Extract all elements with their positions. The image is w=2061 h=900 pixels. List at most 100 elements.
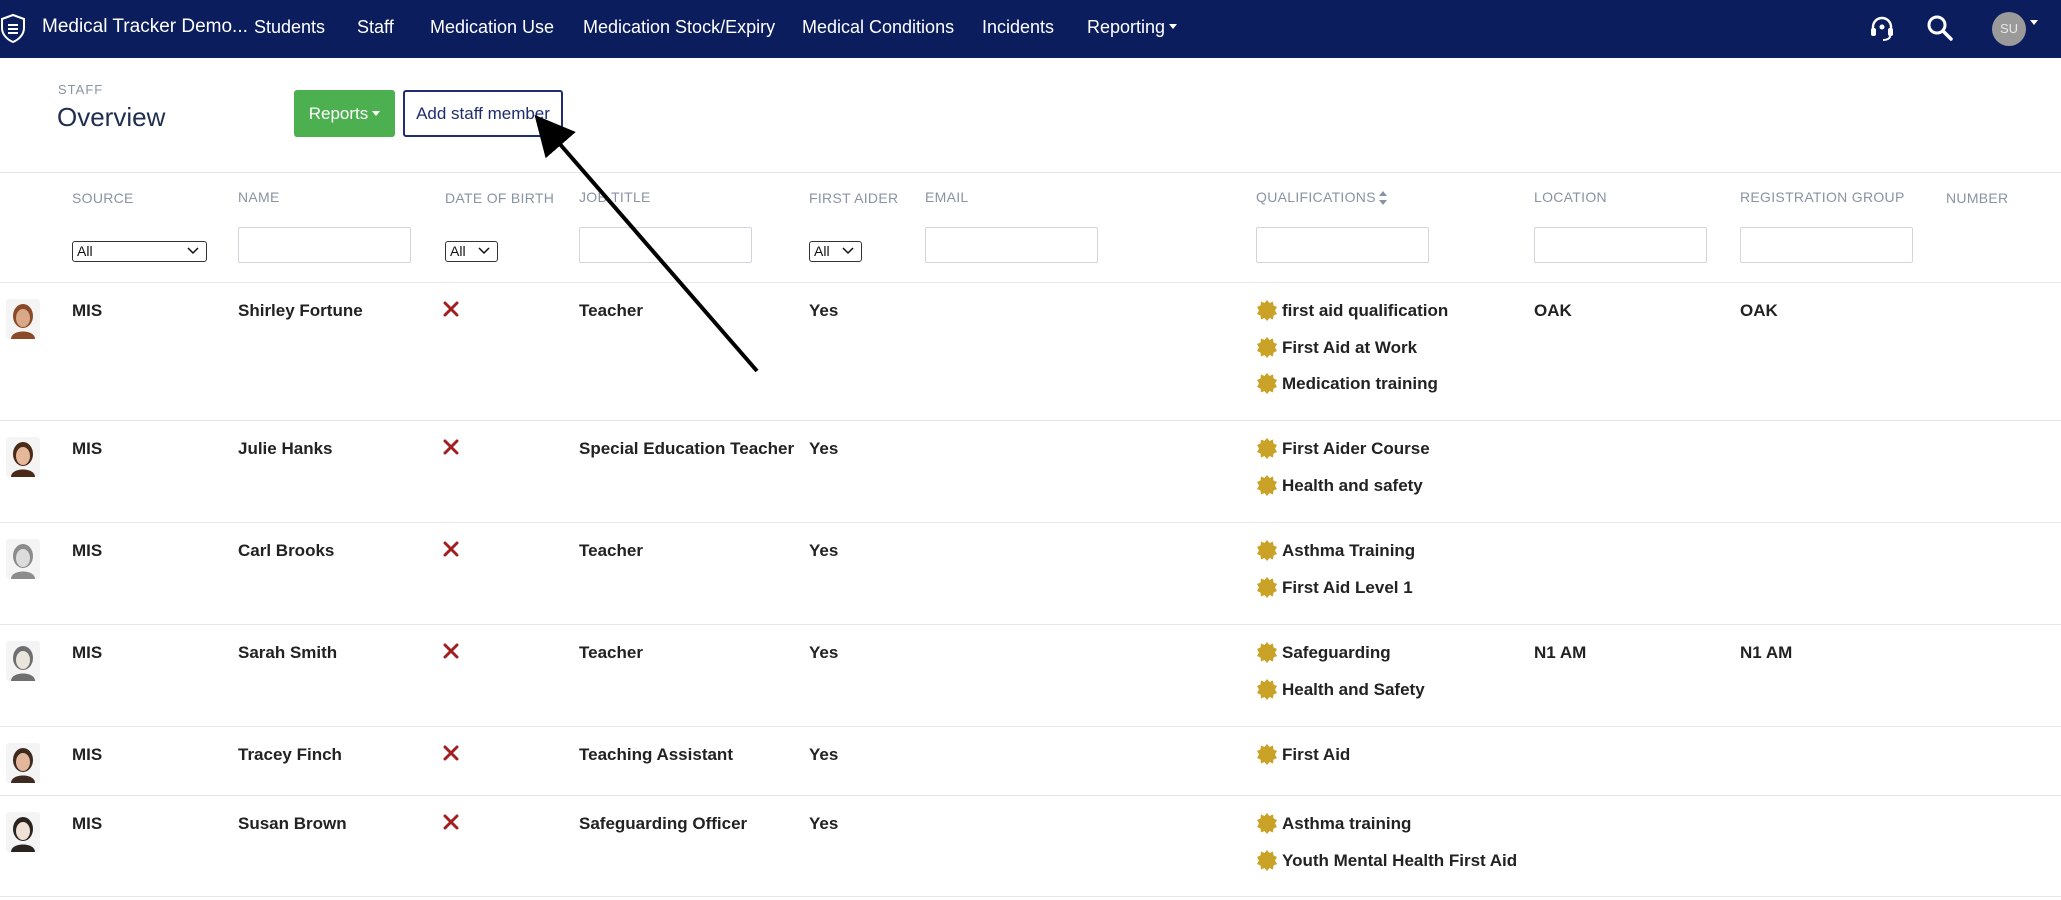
row-divider [0,420,2061,421]
staff-name-cell[interactable]: Sarah Smith [238,643,337,663]
row-divider [0,522,2061,523]
cross-icon [443,541,459,557]
nav-staff[interactable]: Staff [357,0,394,58]
page-title: Overview [57,102,166,132]
award-badge-icon [1257,474,1277,496]
row-divider [0,795,2061,796]
qualification-name: Health and safety [1282,475,1423,495]
avatar [6,539,40,579]
search-icon[interactable] [1926,14,1954,42]
headset-icon[interactable] [1868,14,1896,42]
reports-button-label: Reports [308,104,369,123]
location-filter-input[interactable] [1534,227,1707,263]
staff-photo [6,812,40,852]
staff-name-cell[interactable]: Shirley Fortune [238,301,363,321]
job-title-cell: Special Education Teacher [579,439,795,458]
column-header-source: SOURCE [72,190,134,206]
avatar [6,743,40,783]
column-header-email: EMAIL [925,189,969,205]
nav-medical-conditions[interactable]: Medical Conditions [802,0,954,58]
award-badge-icon [1257,849,1277,871]
cross-icon [443,814,459,830]
column-header-job-title: JOB TITLE [579,189,651,205]
staff-name-cell[interactable]: Julie Hanks [238,439,333,459]
avatar [6,437,40,477]
column-header-date-of-birth: DATE OF BIRTH [445,190,555,206]
qualification-name: First Aid [1282,745,1351,764]
dob-filter-value: All [450,243,466,259]
first-aider-filter-select[interactable]: All [809,241,862,262]
source-cell: MIS [72,541,103,560]
award-badge-icon [1257,438,1277,459]
add-staff-member-button[interactable]: Add staff member [403,90,563,137]
job-title-filter-input[interactable] [579,227,752,263]
location-cell: OAK [1534,301,1572,320]
source-cell: MIS [72,439,103,458]
chevron-down-icon [187,247,199,255]
award-badge-icon [1257,373,1277,394]
nav-incidents[interactable]: Incidents [982,0,1054,58]
reports-button[interactable]: Reports [294,90,395,137]
column-header-qualifications-label: QUALIFICATIONS [1256,189,1376,205]
column-header-number: NUMBER [1946,190,2009,206]
staff-photo [6,437,40,477]
staff-photo [6,299,40,339]
column-header-qualifications[interactable]: QUALIFICATIONS [1256,189,1387,206]
award-badge-icon [1257,744,1277,765]
award-badge-icon [1257,336,1277,358]
staff-name-cell[interactable]: Susan Brown [238,814,347,834]
first-aider-cell: Yes [809,301,839,320]
qualification-name: Safeguarding [1282,643,1391,662]
nav-reporting-label: Reporting [1087,17,1166,37]
registration-group-filter-input[interactable] [1740,227,1913,263]
location-cell: N1 AM [1534,643,1587,662]
source-filter-select[interactable]: All [72,241,207,262]
qualification-name: Youth Mental Health First Aid [1282,850,1518,870]
email-filter-input[interactable] [925,227,1098,263]
nav-medication-use[interactable]: Medication Use [430,0,554,58]
nav-students[interactable]: Students [254,0,325,58]
first-aider-filter-value: All [814,243,830,259]
staff-photo [6,539,40,579]
qualifications-filter-input[interactable] [1256,227,1429,263]
nav-reporting[interactable]: Reporting [1087,0,1178,58]
app-brand[interactable]: Medical Tracker Demo... [42,0,248,58]
row-divider [0,624,2061,625]
registration-group-cell: OAK [1740,301,1778,320]
name-filter-input[interactable] [238,227,411,263]
row-divider [0,896,2061,897]
first-aider-cell: Yes [809,439,839,458]
dob-filter-select[interactable]: All [445,241,498,262]
qualification-name: Medication training [1282,374,1438,393]
chevron-down-icon [842,247,854,255]
cross-icon [443,643,459,659]
section-label: STAFF [58,82,104,97]
staff-name-cell[interactable]: Tracey Finch [238,745,342,765]
avatar [6,299,40,339]
staff-name-cell[interactable]: Carl Brooks [238,541,334,561]
row-divider [0,726,2061,727]
sort-icon[interactable] [1378,191,1387,206]
staff-photo [6,641,40,681]
job-title-cell: Safeguarding Officer [579,814,748,833]
staff-photo [6,743,40,783]
divider [0,282,2061,283]
award-badge-icon [1257,576,1277,598]
column-header-location: LOCATION [1534,189,1607,205]
shield-icon[interactable] [0,13,26,43]
award-badge-icon [1257,642,1277,663]
registration-group-cell: N1 AM [1740,643,1793,662]
qualification-name: First Aid Level 1 [1282,577,1413,597]
job-title-cell: Teacher [579,301,643,320]
award-badge-icon [1257,813,1277,834]
cross-icon [443,745,459,761]
award-badge-icon [1257,678,1277,700]
chevron-down-icon [478,247,490,255]
first-aider-cell: Yes [809,643,839,662]
user-avatar[interactable]: SU [1992,12,2026,46]
source-cell: MIS [72,745,103,764]
first-aider-cell: Yes [809,814,839,833]
nav-medication-stock[interactable]: Medication Stock/Expiry [583,0,775,58]
column-header-registration-group: REGISTRATION GROUP [1740,189,1905,205]
chevron-down-icon[interactable] [2030,20,2038,25]
